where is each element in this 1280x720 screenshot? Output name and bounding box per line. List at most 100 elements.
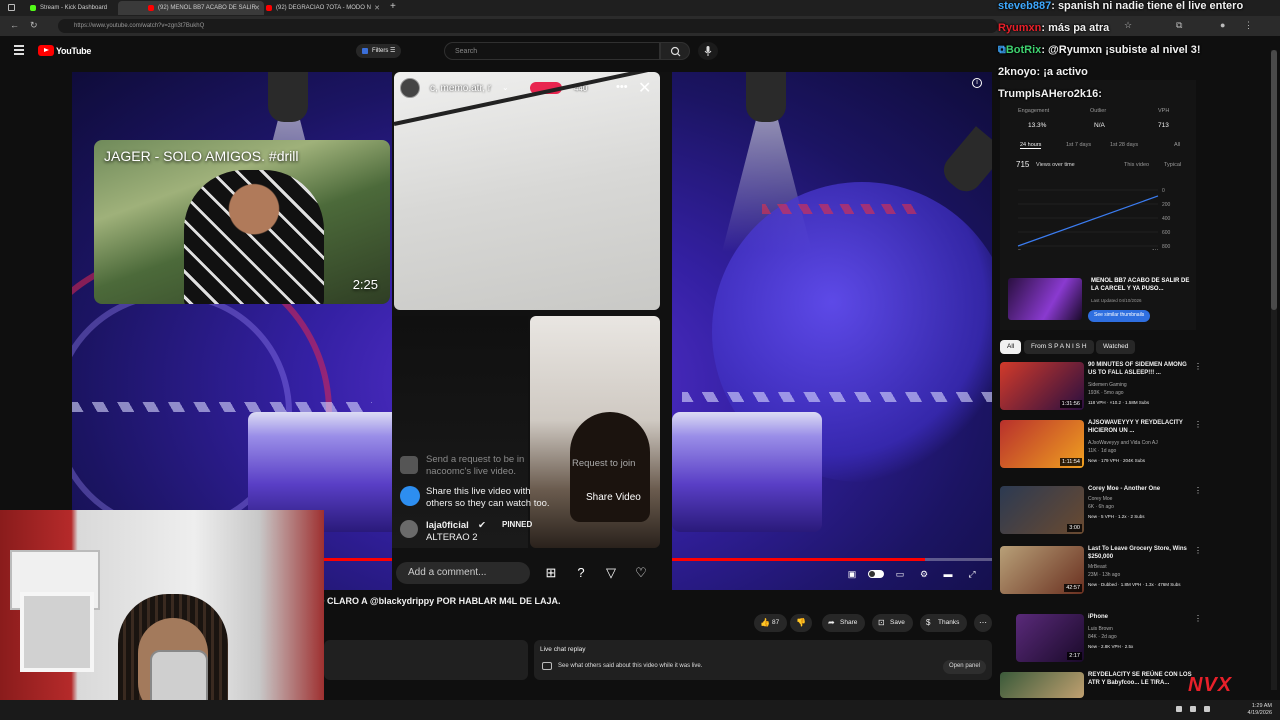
info-icon[interactable]: i	[972, 78, 982, 88]
more-actions-button[interactable]: ⋯	[974, 614, 992, 632]
fullscreen-icon[interactable]: ⤢	[966, 568, 978, 580]
chip-all[interactable]: All	[1000, 340, 1022, 354]
reload-icon[interactable]: ↻	[30, 20, 38, 31]
url-text: https://www.youtube.com/watch?v=zgn3t7Bu…	[74, 23, 205, 29]
request-to-join-button[interactable]: Request to join	[572, 458, 635, 469]
chip-from-channel[interactable]: From S P A N I S H	[1024, 340, 1094, 354]
recommendation-meta: 193K · 5mo ago	[1088, 390, 1124, 396]
filters-button[interactable]: Filters ☰	[356, 44, 402, 58]
dislike-button[interactable]: 👎	[790, 614, 812, 632]
chevron-down-icon[interactable]: ⌄	[502, 83, 509, 92]
recommendation-item[interactable]: 3:00 Corey Moe - Another One Corey Moe 6…	[1000, 486, 1210, 534]
chat-username: 2knoyo	[998, 66, 1037, 78]
os-taskbar: 1:29 AM 4/19/2026	[0, 700, 1280, 720]
promo-thumbnail[interactable]	[1008, 278, 1082, 320]
chat-text: : más pa atra	[1041, 22, 1110, 34]
heart-icon[interactable]: ♡	[632, 564, 650, 582]
tab-1st-28-days[interactable]: 1st 28 days	[1110, 142, 1138, 148]
more-vert-icon[interactable]: ⋮	[1194, 486, 1202, 495]
volume-icon[interactable]	[1204, 706, 1210, 712]
tab-1st-7-days[interactable]: 1st 7 days	[1066, 142, 1091, 148]
tab-all[interactable]: All	[1174, 142, 1180, 148]
network-icon[interactable]	[1190, 706, 1196, 712]
autoplay-toggle[interactable]	[868, 570, 884, 578]
chart-series-line	[1017, 195, 1159, 247]
pinned-message: ALTERAO 2	[426, 532, 478, 543]
add-guest-icon[interactable]: ⊞	[542, 564, 560, 582]
description-box[interactable]	[324, 640, 528, 680]
page-scrollbar[interactable]	[1271, 50, 1277, 690]
recommendation-channel: MrBeast	[1088, 564, 1107, 570]
close-icon[interactable]: ✕	[638, 78, 651, 98]
recommendation-item[interactable]: 42:57 Last To Leave Grocery Store, Wins …	[1000, 546, 1210, 594]
chat-message: Ryumxn: más pa atra	[998, 22, 1109, 34]
recommendation-thumbnail[interactable]	[1000, 672, 1084, 698]
more-options-icon[interactable]: •••	[616, 81, 628, 93]
tab-24-hours[interactable]: 24 hours	[1020, 142, 1042, 149]
chart-y-tick: 800	[1162, 244, 1171, 250]
hamburger-menu-icon[interactable]	[14, 45, 24, 55]
system-clock[interactable]: 1:29 AM 4/19/2026	[1248, 703, 1272, 717]
tiktok-host-video: c, memo.atr, r ⌄ 440 ••• ✕	[394, 72, 660, 310]
subtitles-icon[interactable]: ▭	[894, 568, 906, 580]
theater-mode-icon[interactable]: ▬	[942, 568, 954, 580]
save-button[interactable]: ⊡ Save	[872, 614, 913, 632]
tiktok-live-panel: c, memo.atr, r ⌄ 440 ••• ✕ Send a reques…	[392, 72, 672, 590]
youtube-wordmark[interactable]: YouTube	[56, 46, 91, 56]
filters-label: Filters	[372, 48, 389, 54]
recommendation-item[interactable]: 2:17 iPhone Luis Brown 84K · 2d ago New …	[1000, 614, 1210, 662]
profile-icon[interactable]: ●	[1220, 20, 1225, 30]
search-icon	[670, 46, 681, 57]
open-panel-button[interactable]: Open panel	[942, 660, 986, 674]
more-vert-icon[interactable]: ⋮	[1194, 546, 1202, 555]
like-button[interactable]: 👍 87	[754, 614, 788, 632]
microphone-icon	[704, 46, 712, 56]
thanks-button[interactable]: $ Thanks	[920, 614, 968, 632]
search-button[interactable]	[660, 42, 690, 60]
chip-watched[interactable]: Watched	[1096, 340, 1136, 354]
more-vert-icon[interactable]: ⋮	[1194, 420, 1202, 429]
browser-menu-icon[interactable]: ⋮	[1244, 20, 1253, 31]
recommendation-badges: 118 VPH · ×10.2 · 1.58M Subs	[1088, 400, 1150, 405]
video-title: D CLARO A @blackydrippy POR HABLAR M4L D…	[318, 596, 561, 606]
new-tab-button[interactable]: +	[390, 1, 396, 12]
settings-gear-icon[interactable]: ⚙	[918, 568, 930, 580]
more-vert-icon[interactable]: ⋮	[1194, 362, 1202, 371]
views-count: 715	[1016, 160, 1030, 169]
tab-youtube-video-2[interactable]: (92) DEGRACIAO 7OTA - MODO N ✕	[236, 1, 384, 15]
recommendation-title: AJSOWAVEYYY Y REYDELACITY HICIERON UN ..…	[1088, 420, 1183, 434]
webcam-overlay	[0, 510, 324, 720]
recommendation-item[interactable]: REYDELACITY SE REÚNE CON LOS ATR Y Babyf…	[1000, 672, 1210, 698]
share-label: Share	[840, 619, 858, 626]
bookmark-icon[interactable]: ☆	[1124, 20, 1132, 31]
host-names: c, memo.atr, r	[430, 83, 492, 94]
chat-message: ⧉BotRix: @Ryumxn ¡subiste al nivel 3!	[998, 44, 1201, 57]
similar-thumbnails-button[interactable]: See similar thumbnails	[1088, 310, 1151, 322]
share-video-button[interactable]: Share Video	[586, 492, 641, 503]
tray-chevron-icon[interactable]	[1176, 706, 1182, 712]
live-chat-title: Live chat replay	[540, 646, 586, 653]
pinned-user-avatar	[400, 520, 418, 538]
decor-stripe	[762, 204, 922, 214]
question-icon[interactable]: ?	[572, 564, 590, 582]
voice-search-button[interactable]	[698, 42, 718, 60]
video-duration: 1:11:54	[1060, 458, 1082, 466]
share-button[interactable]: ➦ Share	[822, 614, 866, 632]
scrollbar-thumb[interactable]	[1271, 50, 1277, 310]
filter-icon[interactable]: ▽	[602, 564, 620, 582]
decor-stripe	[72, 402, 372, 412]
back-icon[interactable]: ←	[10, 20, 19, 30]
search-input[interactable]: Search	[444, 42, 660, 60]
recommendation-item[interactable]: 1:31:56 90 MINUTES OF SIDEMEN AMONG US T…	[1000, 362, 1210, 410]
extensions-icon[interactable]: ⧉	[1176, 20, 1182, 31]
recommendation-channel: Luis Brown	[1088, 626, 1113, 632]
recommendation-item[interactable]: 1:11:54 AJSOWAVEYYY Y REYDELACITY HICIER…	[1000, 420, 1210, 468]
recommendation-badges: New · 2.8K VPH · 2.5x	[1088, 644, 1134, 649]
miniplayer-icon[interactable]: ▣	[846, 568, 858, 580]
more-vert-icon[interactable]: ⋮	[1194, 614, 1202, 623]
url-field[interactable]: https://www.youtube.com/watch?v=zgn3t7Bu…	[58, 19, 998, 33]
close-tab-icon[interactable]: ✕	[374, 4, 380, 12]
youtube-logo-icon[interactable]	[38, 45, 54, 56]
comment-input[interactable]: Add a comment...	[396, 562, 530, 584]
views-over-time-select[interactable]: Views over time	[1036, 162, 1075, 168]
